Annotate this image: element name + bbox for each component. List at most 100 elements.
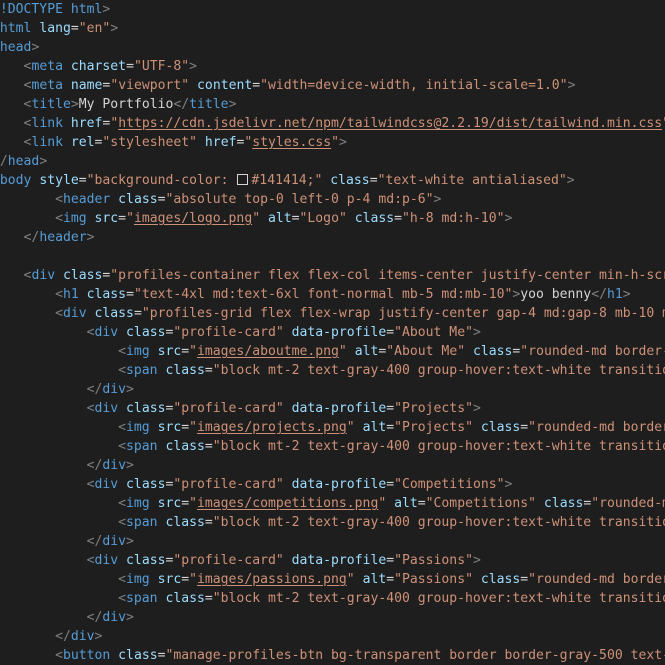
code-token: > — [31, 40, 40, 55]
code-token: class — [480, 572, 521, 587]
code-token: "text-4xl md:text-6xl font-normal mb-5 m… — [133, 287, 513, 302]
code-token: "block mt-2 text-gray-400 group-hover:te… — [212, 439, 665, 454]
code-line[interactable]: <title>My Portfolio</title> — [0, 95, 237, 114]
code-token: "profile-card" — [173, 401, 284, 416]
code-token: "rounded-md border-2" — [591, 496, 665, 511]
code-line[interactable]: <!DOCTYPE html> — [0, 0, 110, 19]
code-token: < — [55, 211, 63, 226]
code-line[interactable]: </div> — [0, 456, 134, 475]
code-line[interactable]: <img src="images/aboutme.png" alt="About… — [0, 342, 665, 361]
code-line[interactable]: <button class="manage-profiles-btn bg-tr… — [0, 646, 665, 665]
code-line[interactable]: </div> — [0, 608, 134, 627]
code-token: head — [7, 154, 40, 169]
code-line[interactable]: <header class="absolute top-0 left-0 p-4… — [0, 190, 441, 209]
code-token: = — [181, 496, 190, 511]
code-line[interactable]: <span class="block mt-2 text-gray-400 gr… — [0, 437, 665, 456]
code-token: = — [78, 173, 87, 188]
code-editor[interactable]: <!DOCTYPE html><html lang="en"><head> <m… — [0, 0, 665, 665]
code-token: lang — [39, 21, 71, 36]
code-token: > — [504, 211, 513, 226]
code-line[interactable]: <div class="profiles-container flex flex… — [0, 266, 665, 285]
code-token: "About Me" — [386, 344, 466, 359]
code-token: src — [157, 496, 182, 511]
code-line[interactable]: <html lang="en"> — [0, 19, 118, 38]
code-line[interactable]: <span class="block mt-2 text-gray-400 gr… — [0, 589, 665, 608]
code-token: class — [126, 325, 166, 340]
code-token: < — [86, 325, 95, 340]
code-line[interactable]: <link href="https://cdn.jsdelivr.net/npm… — [0, 114, 665, 133]
code-token: > — [126, 458, 134, 473]
code-line[interactable]: <img src="images/competitions.png" alt="… — [0, 494, 665, 513]
code-line[interactable]: <img src="images/projects.png" alt="Proj… — [0, 418, 665, 437]
code-token: charset — [70, 59, 127, 74]
code-token: "About Me" — [394, 325, 473, 340]
code-token: = — [204, 363, 213, 378]
code-line[interactable]: <img src="images/logo.png" alt="Logo" cl… — [0, 209, 512, 228]
code-line[interactable]: </div> — [0, 627, 102, 646]
code-token: " — [126, 211, 134, 226]
code-token: data-profile — [291, 477, 387, 492]
code-token: > — [567, 78, 576, 93]
code-token: alt — [354, 344, 379, 359]
code-token: = — [417, 496, 426, 511]
code-token: alt — [362, 572, 387, 587]
code-token: < — [86, 401, 95, 416]
code-token: = — [126, 59, 134, 74]
code-line[interactable]: <meta name="viewport" content="width=dev… — [0, 76, 576, 95]
code-token: < — [118, 572, 127, 587]
color-swatch-icon[interactable] — [237, 174, 249, 185]
code-token: > — [472, 553, 481, 568]
code-line[interactable]: <div class="profile-card" data-profile="… — [0, 551, 481, 570]
code-line[interactable]: </div> — [0, 532, 134, 551]
code-line[interactable]: <link rel="stylesheet" href="styles.css"… — [0, 133, 347, 152]
code-token: images/logo.png — [133, 211, 253, 226]
code-token: h1 — [606, 287, 623, 302]
code-line[interactable]: <div class="profile-card" data-profile="… — [0, 475, 513, 494]
code-line[interactable]: <span class="block mt-2 text-gray-400 gr… — [0, 361, 665, 380]
code-token: link — [31, 135, 63, 150]
code-token: div — [94, 401, 119, 416]
code-line[interactable]: </div> — [0, 380, 134, 399]
code-line[interactable]: <div class="profiles-grid flex flex-wrap… — [0, 304, 665, 323]
code-token: > — [110, 21, 119, 36]
code-token: < — [55, 287, 63, 302]
code-token: class — [126, 401, 166, 416]
code-line[interactable]: <div class="profile-card" data-profile="… — [0, 323, 481, 342]
code-token: < — [86, 477, 95, 492]
code-token: src — [157, 572, 182, 587]
code-line[interactable]: <body style="background-color: #141414;"… — [0, 171, 575, 190]
code-token: content — [197, 78, 253, 93]
code-token: = — [394, 211, 403, 226]
code-line[interactable]: </header> — [0, 228, 95, 247]
code-line[interactable]: <head> — [0, 38, 39, 57]
code-token: class — [472, 344, 513, 359]
code-line[interactable]: <div class="profile-card" data-profile="… — [0, 399, 481, 418]
code-line[interactable]: <meta charset="UTF-8"> — [0, 57, 197, 76]
code-token: > — [94, 629, 103, 644]
code-token: body — [0, 173, 32, 188]
code-token: alt — [394, 496, 418, 511]
code-line[interactable]: </head> — [0, 152, 47, 171]
code-token: > — [39, 154, 48, 169]
code-token: </ — [86, 458, 103, 473]
code-token: src — [94, 211, 119, 226]
code-token: "absolute top-0 left-0 p-4 md:p-6" — [165, 192, 434, 207]
code-line[interactable]: <h1 class="text-4xl md:text-6xl font-nor… — [0, 285, 631, 304]
code-line[interactable]: <img src="images/passions.png" alt="Pass… — [0, 570, 665, 589]
code-token: = — [118, 211, 127, 226]
code-line[interactable]: <span class="block mt-2 text-gray-400 gr… — [0, 513, 665, 532]
code-token: = — [133, 306, 142, 321]
